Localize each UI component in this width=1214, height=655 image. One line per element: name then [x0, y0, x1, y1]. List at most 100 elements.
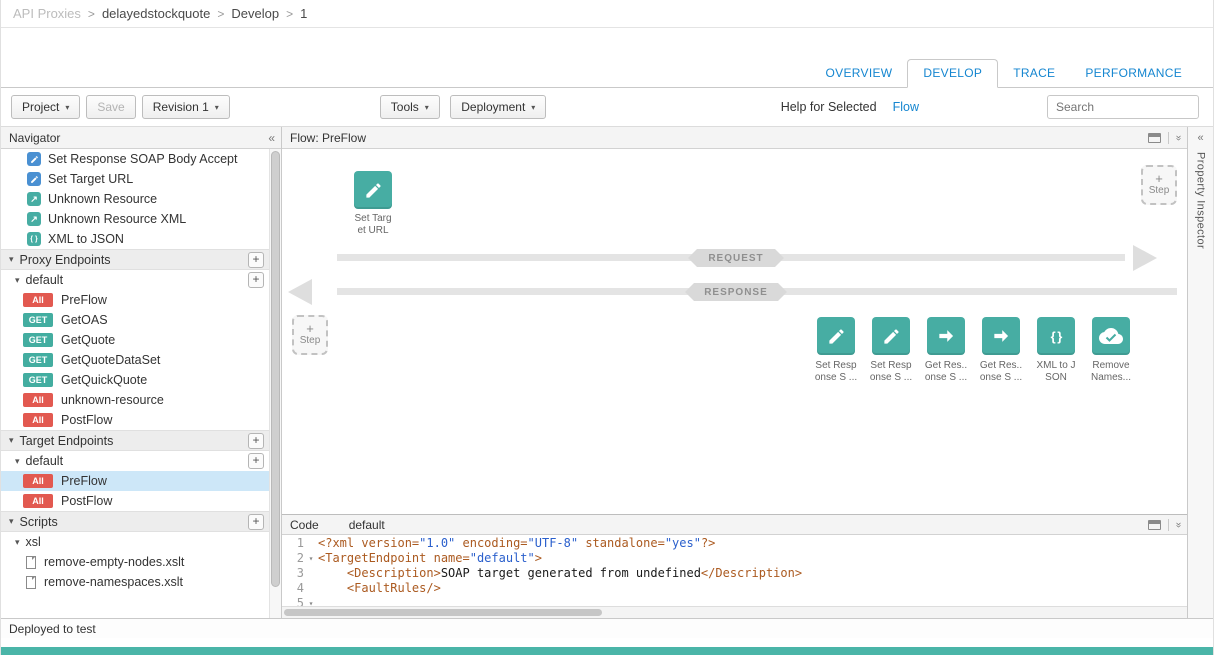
search-input[interactable]	[1047, 95, 1199, 119]
nav-flow-item[interactable]: All PostFlow	[1, 410, 269, 430]
code-scrollbar-thumb[interactable]	[284, 609, 602, 616]
add-step-label: Step	[300, 335, 321, 347]
breadcrumb-separator: >	[88, 7, 95, 21]
flow-step-label: Get Res..onse S ...	[974, 360, 1028, 384]
nav-policy-label: Unknown Resource XML	[48, 212, 186, 226]
nav-flow-item[interactable]: GET GetQuote	[1, 330, 269, 350]
caret-down-icon: ▾	[531, 103, 535, 112]
code-tab-default[interactable]: default	[349, 518, 385, 532]
flow-step-get-response[interactable]	[982, 317, 1020, 355]
nav-section-proxy-endpoints[interactable]: ▾ Proxy Endpoints +	[1, 249, 269, 270]
deployment-menu-button[interactable]: Deployment ▾	[450, 95, 546, 119]
panel-layout-icon[interactable]	[1148, 520, 1161, 530]
breadcrumb: API Proxies > delayedstockquote > Develo…	[1, 0, 1213, 28]
tab-trace[interactable]: TRACE	[998, 60, 1070, 87]
caret-down-icon: ▾	[215, 103, 219, 112]
flow-title: Flow: PreFlow	[290, 131, 366, 145]
forward-arrow-icon	[936, 326, 956, 346]
navigator-panel: Navigator « Set Response SOAP Body Accep…	[1, 127, 282, 618]
response-arrow-icon	[288, 279, 312, 305]
save-button[interactable]: Save	[86, 95, 135, 119]
breadcrumb-item-proxy-name[interactable]: delayedstockquote	[102, 6, 210, 21]
add-flow-button[interactable]: +	[248, 272, 264, 288]
navigator-scrollbar-thumb[interactable]	[271, 151, 280, 587]
nav-policy-item[interactable]: { } XML to JSON	[1, 229, 269, 249]
nav-policy-item[interactable]: ↗ Unknown Resource	[1, 189, 269, 209]
fold-caret-icon[interactable]: ▾	[304, 596, 318, 606]
property-inspector-strip[interactable]: « Property Inspector	[1187, 127, 1213, 618]
tab-performance[interactable]: PERFORMANCE	[1070, 60, 1197, 87]
nav-file-item[interactable]: remove-empty-nodes.xslt	[1, 552, 269, 572]
breadcrumb-separator: >	[217, 7, 224, 21]
tab-overview[interactable]: OVERVIEW	[811, 60, 908, 87]
add-flow-button[interactable]: +	[248, 453, 264, 469]
nav-policy-label: Unknown Resource	[48, 192, 157, 206]
nav-group-proxy-default[interactable]: ▾ default +	[1, 270, 269, 290]
nav-flow-item[interactable]: GET GetOAS	[1, 310, 269, 330]
help-selected-flow-link[interactable]: Flow	[893, 100, 919, 114]
breadcrumb-separator: >	[286, 7, 293, 21]
nav-group-target-default[interactable]: ▾ default +	[1, 451, 269, 471]
file-label: remove-namespaces.xslt	[44, 575, 183, 589]
revision-menu-button[interactable]: Revision 1 ▾	[142, 95, 230, 119]
breadcrumb-item-develop[interactable]: Develop	[231, 6, 279, 21]
fold-gutter	[304, 566, 318, 581]
add-proxy-endpoint-button[interactable]: +	[248, 252, 264, 268]
file-icon	[26, 556, 36, 569]
nav-policy-item[interactable]: Set Target URL	[1, 169, 269, 189]
nav-group-xsl[interactable]: ▾ xsl	[1, 532, 269, 552]
nav-flow-item[interactable]: GET GetQuickQuote	[1, 370, 269, 390]
revision-label: Revision 1	[153, 100, 209, 114]
breadcrumb-item-api-proxies[interactable]: API Proxies	[13, 6, 81, 21]
collapse-navigator-icon[interactable]: «	[268, 131, 275, 145]
nav-policy-item[interactable]: ↗ Unknown Resource XML	[1, 209, 269, 229]
add-step-button[interactable]: + Step	[1141, 165, 1177, 205]
nav-policy-item[interactable]: Set Response SOAP Body Accept	[1, 149, 269, 169]
code-panel: Code default » 1 <?xml version="1.0" enc…	[282, 514, 1187, 618]
navigator-scrollbar	[269, 149, 281, 618]
footer-accent-bar	[1, 647, 1213, 655]
panel-layout-icon[interactable]	[1148, 133, 1161, 143]
tab-develop[interactable]: DEVELOP	[907, 59, 998, 88]
flow-step-set-response-soap[interactable]	[817, 317, 855, 355]
deployment-status-text: Deployed to test	[9, 622, 96, 636]
code-editor[interactable]: 1 <?xml version="1.0" encoding="UTF-8" s…	[282, 535, 1187, 606]
flow-step-remove-namespaces[interactable]	[1092, 317, 1130, 355]
caret-down-icon: ▾	[9, 516, 14, 527]
flow-step-get-response[interactable]	[927, 317, 965, 355]
fold-caret-icon[interactable]: ▾	[304, 551, 318, 566]
flow-panel-header: Flow: PreFlow »	[282, 127, 1187, 149]
collapse-panel-icon[interactable]: »	[1173, 135, 1184, 140]
nav-file-item[interactable]: remove-namespaces.xslt	[1, 572, 269, 592]
flow-step-label: Set Response S ...	[864, 360, 918, 384]
status-bar: Deployed to test	[1, 618, 1213, 638]
flow-step-set-response-soap[interactable]	[872, 317, 910, 355]
nav-section-target-endpoints[interactable]: ▾ Target Endpoints +	[1, 430, 269, 451]
deployment-label: Deployment	[461, 100, 525, 114]
flow-step-label: Set Response S ...	[809, 360, 863, 384]
caret-down-icon: ▾	[15, 537, 20, 548]
expand-property-inspector-icon[interactable]: «	[1197, 132, 1203, 144]
flow-step-set-target-url[interactable]	[354, 171, 392, 209]
nav-flow-item[interactable]: All PostFlow	[1, 491, 269, 511]
line-number: 2	[282, 551, 304, 566]
add-step-button[interactable]: + Step	[292, 315, 328, 355]
caret-down-icon: ▾	[9, 254, 14, 265]
add-script-button[interactable]: +	[248, 514, 264, 530]
nav-flow-item[interactable]: All PreFlow	[1, 290, 269, 310]
flow-step-xml-to-json[interactable]: { }	[1037, 317, 1075, 355]
add-target-endpoint-button[interactable]: +	[248, 433, 264, 449]
collapse-panel-icon[interactable]: »	[1173, 522, 1184, 527]
cloud-check-icon	[1099, 324, 1123, 348]
nav-section-scripts[interactable]: ▾ Scripts +	[1, 511, 269, 532]
nav-flow-item[interactable]: GET GetQuoteDataSet	[1, 350, 269, 370]
flow-step-label: Get Res..onse S ...	[919, 360, 973, 384]
file-label: remove-empty-nodes.xslt	[44, 555, 184, 569]
tools-menu-button[interactable]: Tools ▾	[380, 95, 440, 119]
project-menu-button[interactable]: Project ▾	[11, 95, 80, 119]
caret-down-icon: ▾	[15, 275, 20, 286]
project-menu-label: Project	[22, 100, 59, 114]
method-badge: GET	[23, 373, 53, 387]
nav-flow-item[interactable]: All unknown-resource	[1, 390, 269, 410]
nav-flow-item-selected[interactable]: All PreFlow	[1, 471, 269, 491]
